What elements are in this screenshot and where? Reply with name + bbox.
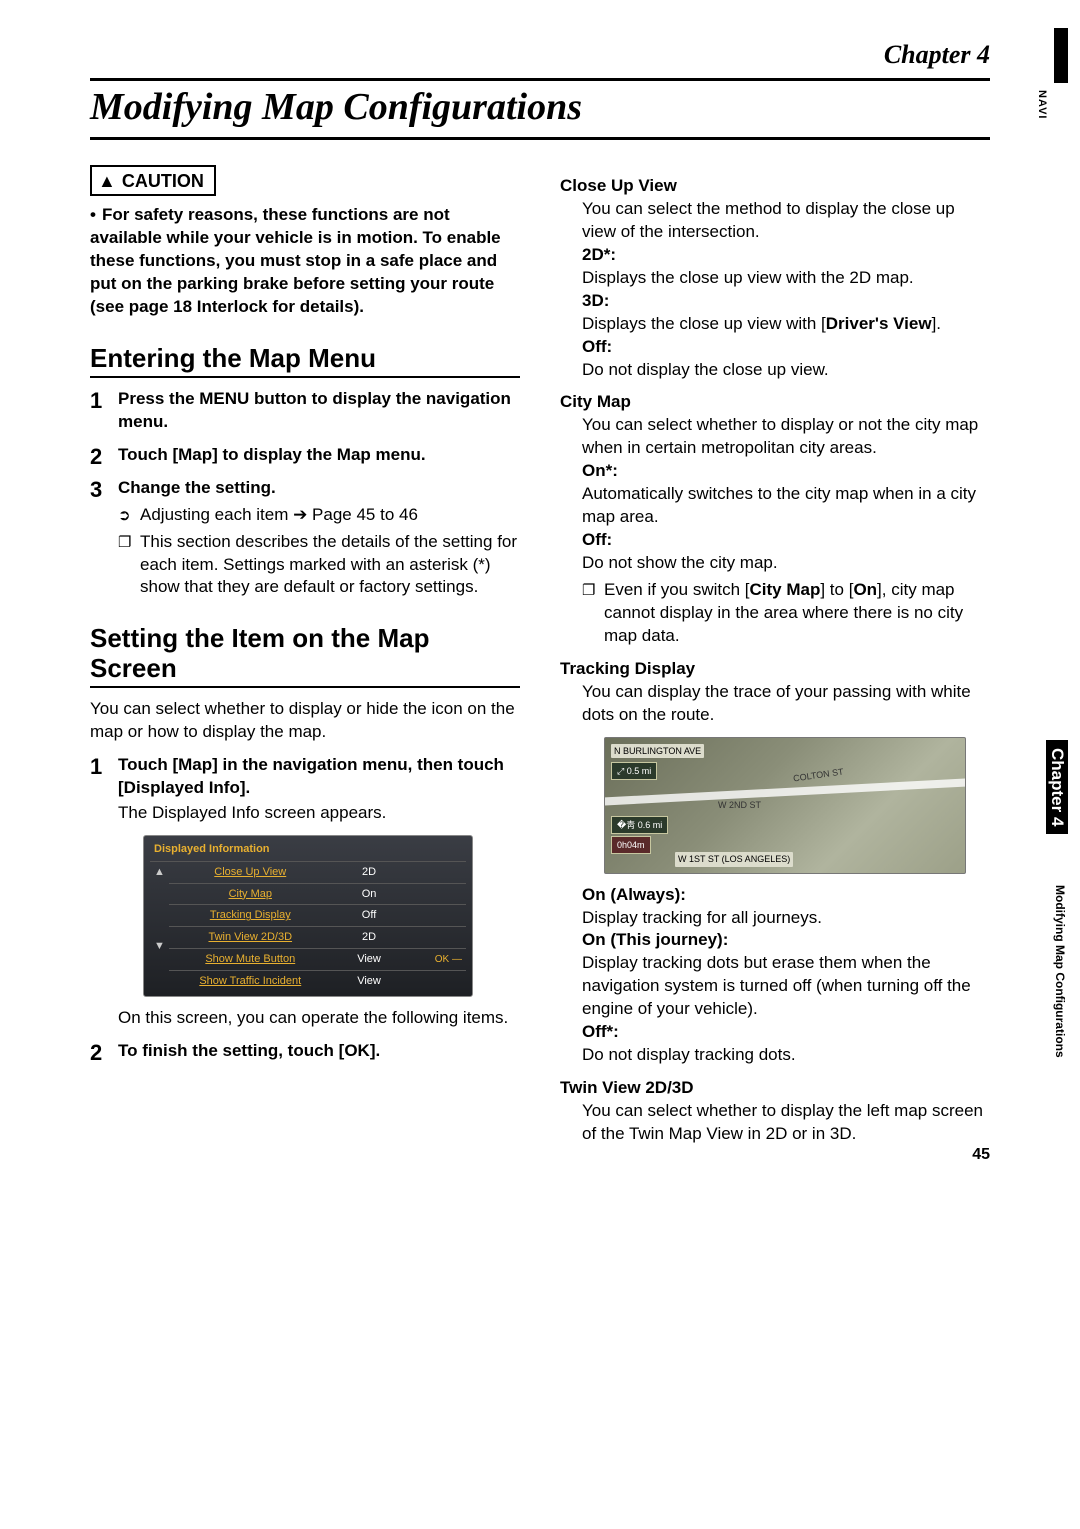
map-street-label: COLTON ST <box>789 764 847 786</box>
citymap-heading: City Map <box>560 391 990 414</box>
tracking-on-always-body: Display tracking for all journeys. <box>582 907 990 930</box>
warning-icon: ▲ <box>98 169 116 193</box>
caution-text: •For safety reasons, these functions are… <box>90 204 520 319</box>
twinview-heading: Twin View 2D/3D <box>560 1077 990 1100</box>
side-label-subtitle: Modifying Map Configurations <box>1053 885 1067 1058</box>
closeup-3d-label: 3D: <box>582 290 990 313</box>
closeup-off-body: Do not display the close up view. <box>582 359 990 382</box>
closeup-3d-body: Displays the close up view with [Driver'… <box>582 313 990 336</box>
entering-step-2: Touch [Map] to display the Map menu. <box>90 444 520 467</box>
tracking-on-always-label: On (Always): <box>582 884 990 907</box>
right-column: Close Up View You can select the method … <box>560 165 990 1154</box>
row-value: Off <box>332 905 407 927</box>
row-label: Close Up View <box>169 861 332 883</box>
displayed-info-screenshot: Displayed Information ▲▼ Close Up View 2… <box>143 835 473 997</box>
row-value: 2D <box>332 861 407 883</box>
after-shot-text: On this screen, you can operate the foll… <box>118 1007 520 1030</box>
setting-step-1: Touch [Map] in the navigation menu, then… <box>90 754 520 1030</box>
page-number: 45 <box>972 1146 990 1164</box>
side-black-tab-top <box>1054 28 1068 83</box>
citymap-note: Even if you switch [City Map] to [On], c… <box>582 579 990 648</box>
screenshot-table: ▲▼ Close Up View 2D City Map On <box>150 861 466 992</box>
heading-setting-item: Setting the Item on the Map Screen <box>90 624 520 688</box>
map-time-badge: 0h04m <box>611 836 651 854</box>
tracking-body: You can display the trace of your passin… <box>560 681 990 1067</box>
citymap-on-body: Automatically switches to the city map w… <box>582 483 990 529</box>
row-value: 2D <box>332 927 407 949</box>
closeup-body: You can select the method to display the… <box>560 198 990 382</box>
tracking-heading: Tracking Display <box>560 658 990 681</box>
ok-label: OK — <box>406 949 466 971</box>
map-distance-badge: �靑 0.6 mi <box>611 816 668 834</box>
step-title: To finish the setting, touch [OK]. <box>118 1041 380 1060</box>
step-title: Touch [Map] in the navigation menu, then… <box>118 755 504 797</box>
entering-steps: Press the MENU button to display the nav… <box>90 388 520 600</box>
tracking-on-journey-body: Display tracking dots but erase them whe… <box>582 952 990 1021</box>
step-title: Press the MENU button to display the nav… <box>118 389 511 431</box>
table-row: Show Traffic Incident View <box>150 970 466 991</box>
title-bar: Modifying Map Configurations <box>90 78 990 140</box>
setting-step-2: To finish the setting, touch [OK]. <box>90 1040 520 1063</box>
table-row: City Map On <box>150 883 466 905</box>
citymap-off-body: Do not show the city map. <box>582 552 990 575</box>
row-label: Show Mute Button <box>169 949 332 971</box>
step-title: Change the setting. <box>118 478 276 497</box>
map-street-label: N BURLINGTON AVE <box>611 744 704 758</box>
page-title: Modifying Map Configurations <box>90 85 990 129</box>
screenshot-title: Displayed Information <box>150 842 466 857</box>
map-street-label: W 2ND ST <box>715 798 764 812</box>
side-black-tab-chapter: Chapter 4 <box>1046 740 1068 834</box>
chapter-header: Chapter 4 <box>90 40 990 70</box>
ok-cell <box>406 861 466 883</box>
table-row: Show Mute Button View OK — <box>150 949 466 971</box>
closeup-2d-body: Displays the close up view with the 2D m… <box>582 267 990 290</box>
map-illustration: N BURLINGTON AVE ⤢ 0.5 mi W 2ND ST COLTO… <box>604 737 966 874</box>
row-label: Tracking Display <box>169 905 332 927</box>
table-row: Tracking Display Off <box>150 905 466 927</box>
closeup-off-label: Off: <box>582 336 990 359</box>
closeup-2d-label: 2D*: <box>582 244 990 267</box>
map-scale-badge: ⤢ 0.5 mi <box>611 762 657 780</box>
citymap-on-label: On*: <box>582 460 990 483</box>
map-street-label: W 1ST ST (LOS ANGELES) <box>675 852 793 866</box>
tracking-intro: You can display the trace of your passin… <box>582 681 990 727</box>
citymap-body: You can select whether to display or not… <box>560 414 990 647</box>
setting-intro: You can select whether to display or hid… <box>90 698 520 744</box>
table-row: ▲▼ Close Up View 2D <box>150 861 466 883</box>
row-label: City Map <box>169 883 332 905</box>
citymap-intro: You can select whether to display or not… <box>582 414 990 460</box>
closeup-intro: You can select the method to display the… <box>582 198 990 244</box>
left-column: ▲ CAUTION •For safety reasons, these fun… <box>90 165 520 1154</box>
row-value: View <box>332 970 407 991</box>
twinview-body: You can select whether to display the le… <box>560 1100 990 1146</box>
tracking-off-body: Do not display tracking dots. <box>582 1044 990 1067</box>
setting-steps: Touch [Map] in the navigation menu, then… <box>90 754 520 1063</box>
row-label: Show Traffic Incident <box>169 970 332 991</box>
row-value: View <box>332 949 407 971</box>
citymap-off-label: Off: <box>582 529 990 552</box>
step3-sub-arrow: Adjusting each item ➔ Page 45 to 46 <box>118 504 520 527</box>
row-value: On <box>332 883 407 905</box>
entering-step-1: Press the MENU button to display the nav… <box>90 388 520 434</box>
closeup-heading: Close Up View <box>560 175 990 198</box>
scroll-arrows-icon: ▲▼ <box>150 861 169 992</box>
step1-body: The Displayed Info screen appears. <box>118 802 520 825</box>
caution-label: CAUTION <box>122 169 204 193</box>
heading-entering-map-menu: Entering the Map Menu <box>90 344 520 378</box>
side-label-navi: NAVI <box>1036 90 1048 119</box>
caution-box: ▲ CAUTION <box>90 165 216 196</box>
tracking-on-journey-label: On (This journey): <box>582 929 990 952</box>
entering-step-3: Change the setting. Adjusting each item … <box>90 477 520 600</box>
caution-body: For safety reasons, these functions are … <box>90 205 501 316</box>
tracking-off-label: Off*: <box>582 1021 990 1044</box>
step-title: Touch [Map] to display the Map menu. <box>118 445 426 464</box>
step3-sub-box: This section describes the details of th… <box>118 531 520 600</box>
twinview-intro: You can select whether to display the le… <box>582 1100 990 1146</box>
row-label: Twin View 2D/3D <box>169 927 332 949</box>
table-row: Twin View 2D/3D 2D <box>150 927 466 949</box>
